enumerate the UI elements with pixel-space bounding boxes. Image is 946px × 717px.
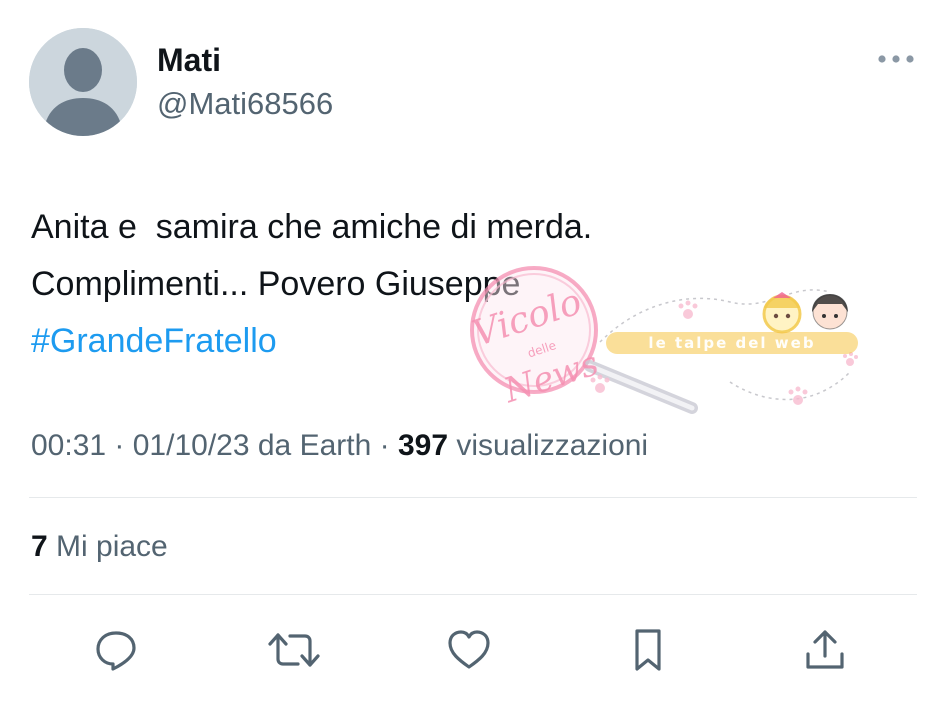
heart-icon — [448, 630, 490, 669]
tweet-meta: 00:31 · 01/10/23 da Earth · 397 visualiz… — [31, 426, 648, 466]
tweet-time[interactable]: 00:31 — [31, 429, 106, 462]
meta-separator: · — [106, 429, 133, 462]
share-icon — [806, 630, 844, 669]
likes-count: 7 — [31, 530, 48, 563]
views-label: visualizzazioni — [448, 429, 649, 462]
tweet-text: Anita e samira che amiche di merda. Comp… — [31, 199, 911, 370]
retweet-icon — [268, 633, 320, 667]
retweet-button[interactable] — [266, 622, 322, 678]
like-button[interactable] — [441, 622, 497, 678]
tweet-text-line-1: Anita e samira che amiche di merda. — [31, 208, 593, 246]
bookmark-button[interactable] — [620, 622, 676, 678]
more-button[interactable] — [876, 46, 916, 72]
meta-separator: · — [371, 429, 398, 462]
likes-summary[interactable]: 7 Mi piace — [31, 527, 168, 567]
more-horizontal-icon — [878, 55, 914, 63]
tweet-date[interactable]: 01/10/23 — [133, 429, 250, 462]
tweet-text-line-2: Complimenti... Povero Giuseppe — [31, 265, 521, 303]
hashtag-link[interactable]: #GrandeFratello — [31, 313, 911, 370]
views-count: 397 — [397, 429, 449, 462]
avatar[interactable] — [29, 28, 137, 136]
bookmark-icon — [635, 629, 661, 671]
likes-label: Mi piace — [47, 530, 168, 563]
divider — [29, 594, 917, 595]
reply-icon — [96, 631, 136, 671]
tweet-source: da Earth — [249, 429, 372, 462]
default-avatar-icon — [29, 28, 137, 136]
author-handle[interactable]: @Mati68566 — [157, 84, 333, 124]
author-display-name[interactable]: Mati — [157, 40, 221, 80]
reply-button[interactable] — [88, 622, 144, 678]
divider — [29, 497, 917, 498]
share-button[interactable] — [797, 622, 853, 678]
